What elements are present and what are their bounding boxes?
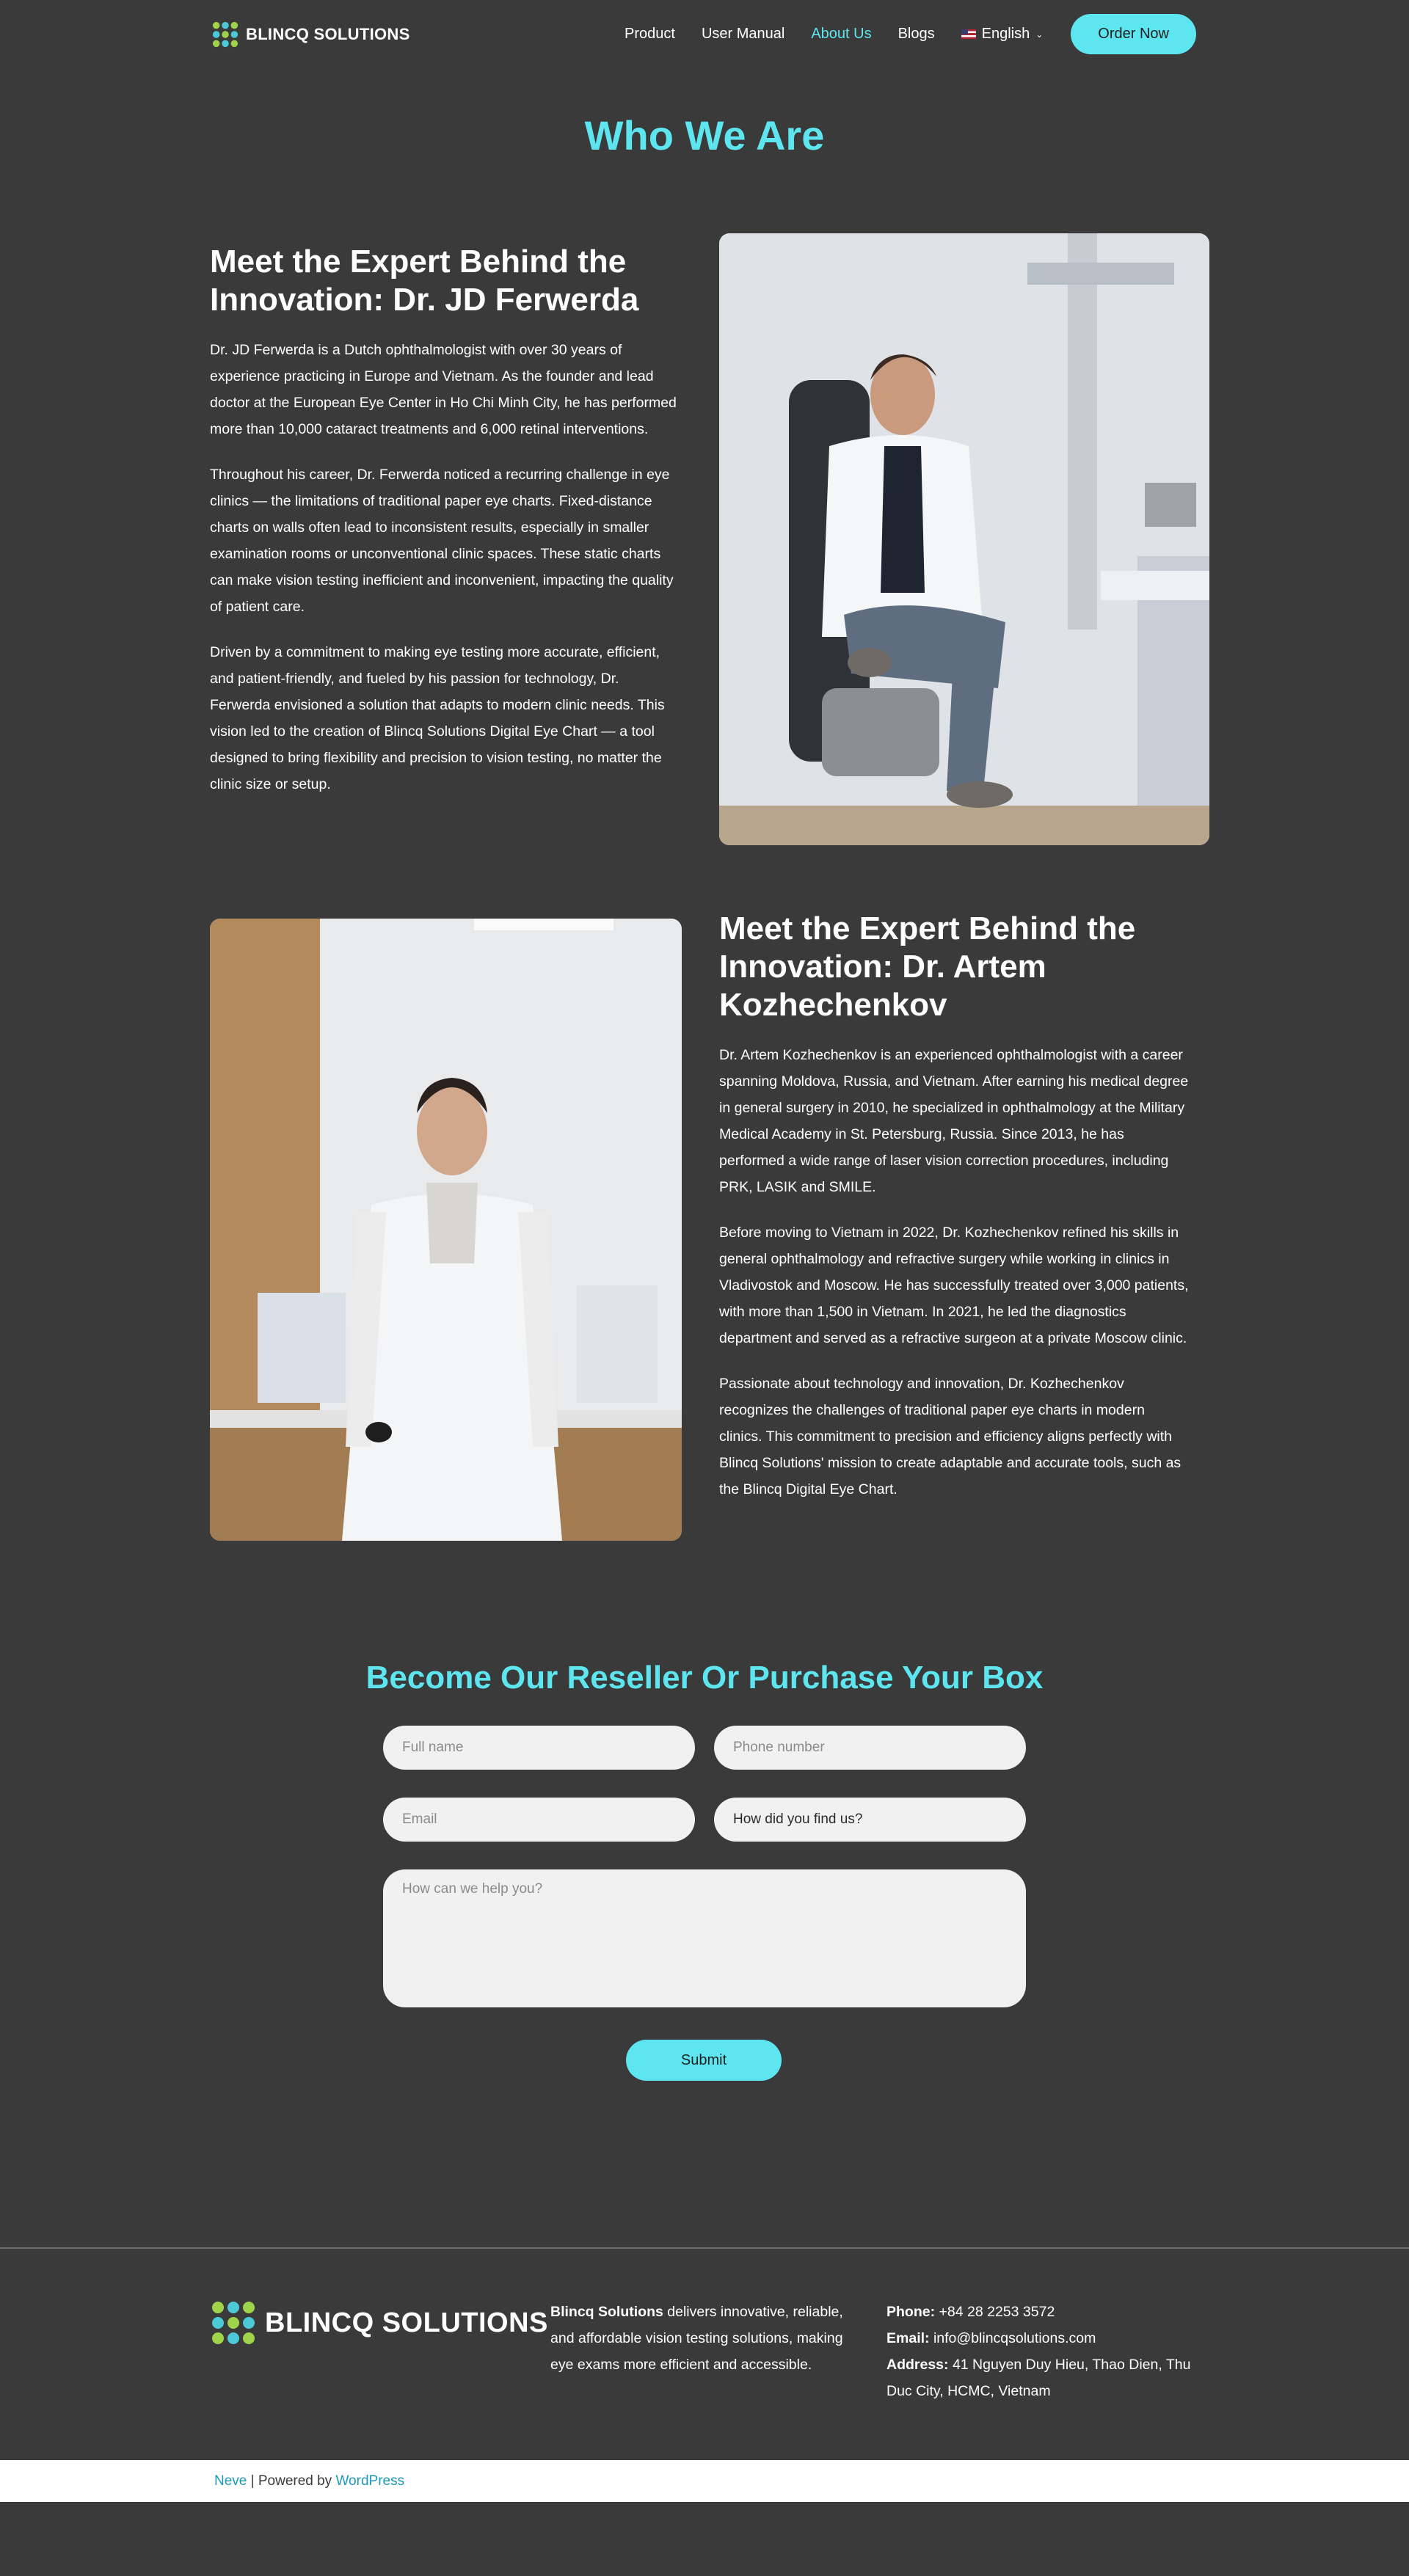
email-label: Email: xyxy=(886,2330,930,2346)
wordpress-link[interactable]: WordPress xyxy=(335,2473,404,2489)
reseller-title: Become Our Reseller Or Purchase Your Box xyxy=(365,1660,1044,1696)
help-textarea[interactable]: How can we help you? xyxy=(383,1869,1026,2007)
footer-company-name: Blincq Solutions xyxy=(550,2304,663,2320)
expert-ferwerda-paragraph: Driven by a commitment to making eye tes… xyxy=(210,644,665,792)
us-flag-icon xyxy=(961,29,976,39)
find-us-select[interactable]: How did you find us? xyxy=(714,1798,1026,1842)
email-input[interactable]: Email xyxy=(383,1798,695,1842)
page-title: Who We Are xyxy=(584,112,825,158)
expert-ferwerda-paragraph: Dr. JD Ferwerda is a Dutch ophthalmologi… xyxy=(210,342,677,437)
full-name-input[interactable]: Full name xyxy=(383,1726,695,1770)
nav-blogs[interactable]: Blogs xyxy=(898,26,935,43)
neve-link[interactable]: Neve xyxy=(214,2473,247,2489)
language-switcher[interactable]: English ⌄ xyxy=(961,26,1044,43)
expert-kozhechenkov-section: Meet the Expert Behind the Innovation: D… xyxy=(0,911,1409,1660)
footer-about: Blincq Solutions delivers innovative, re… xyxy=(550,2299,851,2378)
logo-mark-icon xyxy=(212,2302,255,2344)
nav-user-manual[interactable]: User Manual xyxy=(702,26,784,43)
bottom-bar: Neve | Powered by WordPress xyxy=(0,2460,1409,2502)
language-label: English xyxy=(981,26,1030,42)
dr-kozhechenkov-image xyxy=(210,919,682,1541)
expert-kozhechenkov-text: Meet the Expert Behind the Innovation: D… xyxy=(719,910,1189,1522)
dr-ferwerda-image xyxy=(719,233,1209,845)
footer-logo-text: BLINCQ SOLUTIONS xyxy=(265,2307,548,2338)
footer-address: Address: 41 Nguyen Duy Hieu, Thao Dien, … xyxy=(886,2351,1202,2404)
site-header: BLINCQ SOLUTIONS Product User Manual Abo… xyxy=(0,0,1409,70)
phone-value[interactable]: +84 28 2253 3572 xyxy=(935,2304,1055,2320)
address-label: Address: xyxy=(886,2357,949,2373)
reseller-form: Full name Phone number Email How did you… xyxy=(383,1726,1026,2122)
expert-kozhechenkov-paragraph: Dr. Artem Kozhechenkov is an experienced… xyxy=(719,1047,1189,1195)
expert-ferwerda-paragraph: Throughout his career, Dr. Ferwerda noti… xyxy=(210,467,674,615)
footer-logo[interactable]: BLINCQ SOLUTIONS xyxy=(212,2302,548,2344)
chevron-down-icon: ⌄ xyxy=(1035,29,1044,40)
logo-mark-icon xyxy=(212,21,239,48)
footer-contact: Phone: +84 28 2253 3572 Email: info@blin… xyxy=(886,2299,1202,2404)
dr-ferwerda-photo xyxy=(719,233,1209,845)
expert-kozhechenkov-title: Meet the Expert Behind the Innovation: D… xyxy=(719,911,1136,1023)
submit-button[interactable]: Submit xyxy=(626,2040,782,2081)
nav-product[interactable]: Product xyxy=(625,26,675,43)
footer-email: Email: info@blincqsolutions.com xyxy=(886,2325,1202,2351)
expert-ferwerda-text: Meet the Expert Behind the Innovation: D… xyxy=(210,243,680,817)
nav-about-us[interactable]: About Us xyxy=(811,26,871,43)
dr-kozhechenkov-photo xyxy=(210,919,682,1541)
phone-label: Phone: xyxy=(886,2304,936,2320)
logo-text: BLINCQ SOLUTIONS xyxy=(246,25,410,43)
site-logo[interactable]: BLINCQ SOLUTIONS xyxy=(212,21,410,48)
footer-phone: Phone: +84 28 2253 3572 xyxy=(886,2299,1202,2325)
expert-kozhechenkov-paragraph: Passionate about technology and innovati… xyxy=(719,1376,1182,1497)
expert-ferwerda-section: Meet the Expert Behind the Innovation: D… xyxy=(0,159,1409,919)
main-nav: Product User Manual About Us Blogs Engli… xyxy=(625,14,1196,54)
site-footer: BLINCQ SOLUTIONS Blincq Solutions delive… xyxy=(0,2249,1409,2460)
phone-number-input[interactable]: Phone number xyxy=(714,1726,1026,1770)
expert-ferwerda-title: Meet the Expert Behind the Innovation: D… xyxy=(210,244,639,318)
powered-by-text: | Powered by xyxy=(247,2473,336,2489)
order-now-button[interactable]: Order Now xyxy=(1071,14,1196,54)
email-value[interactable]: info@blincqsolutions.com xyxy=(930,2330,1096,2346)
expert-kozhechenkov-paragraph: Before moving to Vietnam in 2022, Dr. Ko… xyxy=(719,1225,1189,1346)
reseller-section: Become Our Reseller Or Purchase Your Box… xyxy=(0,1660,1409,2247)
